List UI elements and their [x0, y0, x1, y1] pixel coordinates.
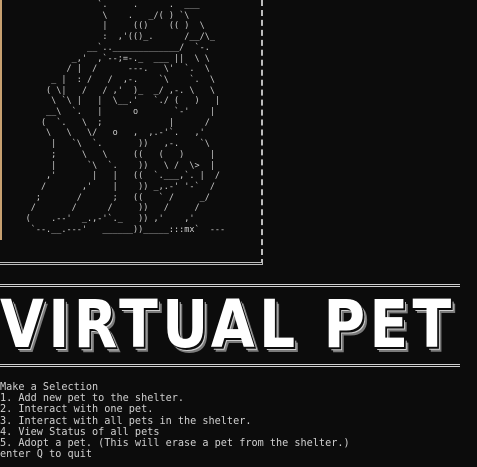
input-prompt-line[interactable]: enter Q to quit: [0, 449, 477, 460]
title-banner: VIRTUAL PET: [0, 284, 477, 370]
banner-title: VIRTUAL PET: [0, 286, 456, 363]
console-window: `. . . ___ \ . _/( ) `\ | (() (( ) \ : ,…: [0, 0, 477, 467]
ascii-art-frame: `. . . ___ \ . _/( ) `\ | (() (( ) \ : ,…: [0, 0, 263, 265]
ascii-cat-art: `. . . ___ \ . _/( ) `\ | (() (( ) \ : ,…: [25, 0, 226, 235]
main-menu: Make a Selection 1. Add new pet to the s…: [0, 382, 477, 460]
menu-option-view-status[interactable]: 4. View Status of all pets: [0, 427, 477, 438]
menu-heading: Make a Selection: [0, 382, 99, 393]
menu-option-add-pet[interactable]: 1. Add new pet to the shelter.: [0, 393, 477, 404]
quit-prompt: enter Q to quit: [0, 449, 93, 461]
menu-option-interact-all[interactable]: 3. Interact with all pets in the shelter…: [0, 416, 477, 427]
menu-option-adopt[interactable]: 5. Adopt a pet. (This will erase a pet f…: [0, 438, 477, 449]
menu-option-interact-one[interactable]: 2. Interact with one pet.: [0, 404, 477, 415]
banner-bottom-rule: [0, 364, 460, 370]
